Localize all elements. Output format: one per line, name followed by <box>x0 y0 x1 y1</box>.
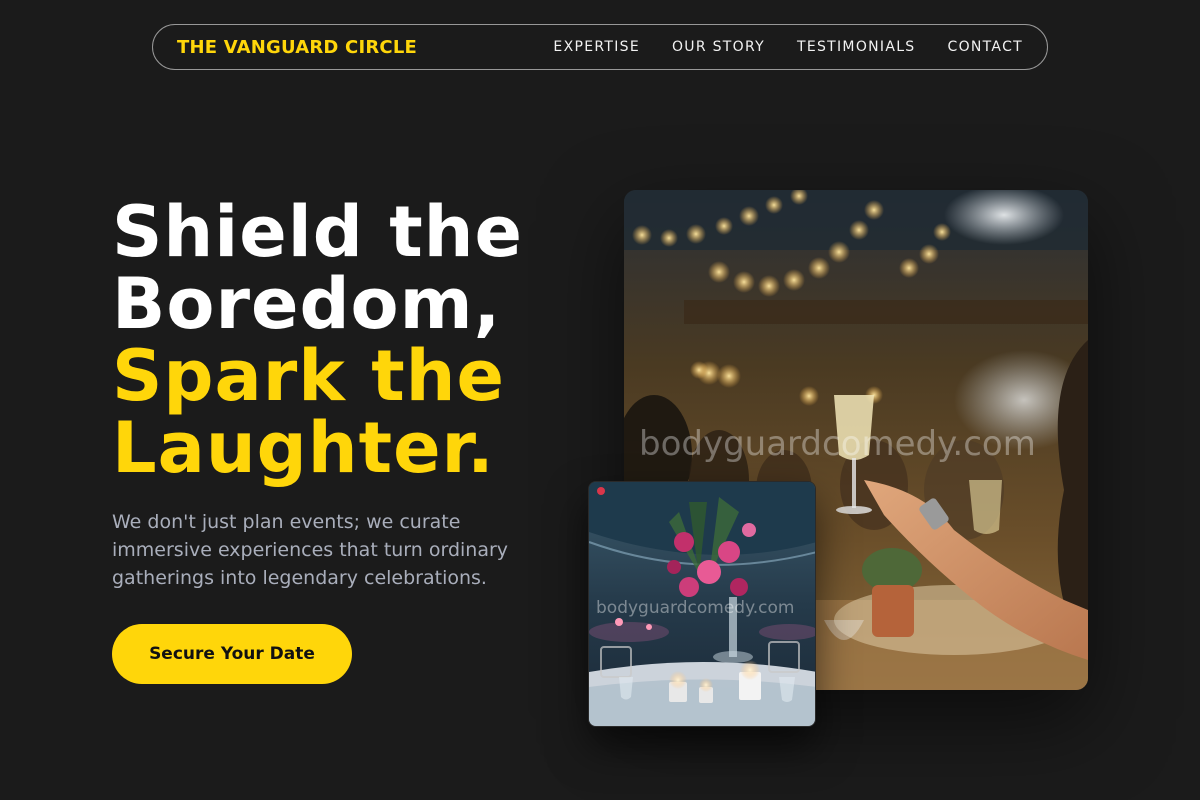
top-nav: THE VANGUARD CIRCLE EXPERTISE OUR STORY … <box>152 24 1048 70</box>
nav-link-testimonials[interactable]: TESTIMONIALS <box>797 39 916 55</box>
hero-title-line-1: Shield the <box>112 191 523 273</box>
hero-title-accent-line-2: Laughter. <box>112 407 495 489</box>
nav-links: EXPERTISE OUR STORY TESTIMONIALS CONTACT <box>553 39 1023 55</box>
hero-subtitle: We don't just plan events; we curate imm… <box>112 511 509 589</box>
brand-logo[interactable]: THE VANGUARD CIRCLE <box>177 37 417 58</box>
nav-link-our-story[interactable]: OUR STORY <box>672 39 765 55</box>
table-setting-graphic <box>589 482 815 726</box>
nav-link-contact[interactable]: CONTACT <box>948 39 1024 55</box>
secure-date-button[interactable]: Secure Your Date <box>112 624 352 684</box>
hero-title: Shield the Boredom, Spark the Laughter. <box>112 196 582 484</box>
table-setting-photo: bodyguardcomedy.com <box>588 481 816 727</box>
hero-title-accent-line-1: Spark the <box>112 335 505 417</box>
hero-title-line-2: Boredom, <box>112 263 502 345</box>
nav-link-expertise[interactable]: EXPERTISE <box>553 39 640 55</box>
